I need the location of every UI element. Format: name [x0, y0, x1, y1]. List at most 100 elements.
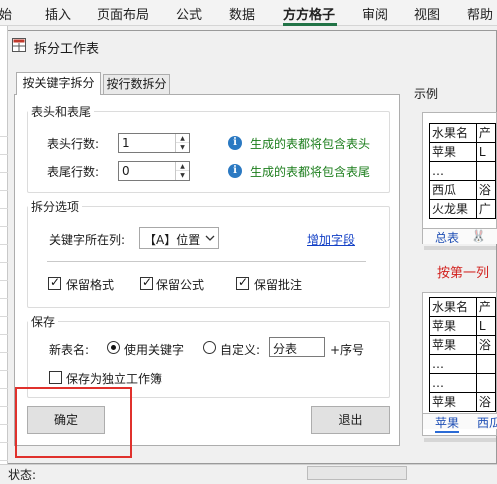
split-sheet-icon [12, 38, 26, 52]
custom-name-value: 分表 [273, 342, 298, 356]
ribbon-tab-formulas[interactable]: 公式 [176, 4, 202, 23]
ribbon-tab-home[interactable]: 始 [0, 4, 12, 23]
table-cell: 苹果 [429, 316, 477, 336]
tab-split-by-rows[interactable]: 按行数拆分 [103, 74, 170, 94]
gridline [0, 316, 8, 317]
ribbon-tab-page-layout[interactable]: 页面布局 [97, 4, 149, 23]
spin-down-icon[interactable]: ▼ [176, 171, 189, 180]
example-tab-watermelon: 西瓜 [477, 416, 497, 430]
example-split-caption: 按第一列 [437, 266, 490, 281]
ribbon-tab-review[interactable]: 审阅 [362, 4, 388, 23]
gridline [0, 244, 8, 245]
table-cell: … [429, 373, 477, 393]
header-tip: 生成的表都将包含表头 [250, 137, 371, 151]
table-cell: 浴 [475, 392, 497, 412]
table-cell [475, 354, 497, 374]
spin-up-icon[interactable]: ▲ [176, 162, 189, 171]
checkmark-icon: ✓ [50, 275, 61, 289]
keep-comment-checkbox[interactable]: ✓ [236, 275, 249, 290]
table-row: … [429, 161, 497, 181]
checkmark-icon: ✓ [238, 275, 249, 289]
table-cell: … [429, 354, 477, 374]
ribbon-tab-help[interactable]: 帮助 [467, 4, 493, 23]
gridline [0, 406, 8, 407]
key-column-value: 【A】位置 [144, 233, 201, 247]
table-cell: 浴 [475, 335, 497, 355]
key-column-label: 关键字所在列: [49, 233, 126, 247]
ribbon-tab-bar: 始 插入 页面布局 公式 数据 方方格子 审阅 视图 帮助 [0, 0, 497, 26]
example-label: 示例 [414, 87, 439, 101]
footer-rows-value: 0 [122, 164, 130, 178]
header-rows-label: 表头行数: [47, 137, 100, 151]
keep-formula-checkbox[interactable]: ✓ [140, 275, 153, 290]
add-field-link[interactable]: 增加字段 [307, 231, 355, 248]
gridline [0, 136, 8, 137]
tab-split-by-keyword[interactable]: 按关键字拆分 [16, 72, 101, 95]
keep-comment-label: 保留批注 [254, 278, 303, 292]
custom-name-input[interactable]: 分表 [269, 337, 325, 357]
gridline [0, 352, 8, 353]
table-cell [475, 373, 497, 393]
keep-formula-label: 保留公式 [156, 278, 205, 292]
gridline [0, 442, 8, 443]
gridline [0, 154, 8, 155]
split-options-legend: 拆分选项 [31, 200, 80, 214]
table-cell: 苹果 [429, 392, 477, 412]
split-options-divider [47, 261, 366, 262]
table-cell: 火龙果 [429, 199, 477, 219]
info-icon: i [228, 164, 242, 178]
example-scrollbar [424, 438, 496, 442]
example-source-sheet: 水果名产 苹果 L … 西瓜浴 火龙果广 总表 🐰 [422, 112, 497, 248]
custom-name-radio[interactable] [203, 341, 216, 354]
footer-rows-label: 表尾行数: [47, 165, 100, 179]
custom-name-label: 自定义: [220, 343, 261, 357]
exit-button[interactable]: 退出 [311, 406, 390, 434]
spin-down-icon[interactable]: ▼ [176, 143, 189, 152]
footer-tip: 生成的表都将包含表尾 [250, 165, 371, 179]
save-legend: 保存 [31, 315, 56, 329]
example-scrollbar [424, 246, 496, 250]
save-as-workbook-checkbox[interactable] [49, 371, 62, 384]
progress-bar [307, 466, 407, 480]
example-tab-icon: 🐰 [471, 229, 486, 243]
example-source-table: 水果名产 苹果 L … 西瓜浴 火龙果广 [429, 123, 497, 219]
gridline [0, 190, 8, 191]
ribbon-tab-fangfang[interactable]: 方方格子 [283, 4, 335, 23]
table-cell: L [475, 142, 497, 162]
info-icon: i [228, 136, 242, 150]
use-keyword-radio[interactable] [107, 341, 120, 354]
chevron-down-icon [205, 235, 215, 241]
use-keyword-label: 使用关键字 [124, 343, 185, 357]
footer-rows-stepper[interactable]: 0 ▲ ▼ [118, 161, 190, 181]
table-row: 苹果 L [429, 316, 497, 336]
table-cell: … [429, 161, 477, 181]
active-tab-underline [283, 23, 337, 26]
example-result-tabs: 苹果 西瓜 [423, 413, 497, 433]
sequence-suffix-label: +序号 [330, 343, 365, 357]
table-cell: 产 [475, 123, 497, 143]
example-result-sheet: 水果名产 苹果 L 苹果浴 … … 苹果浴 苹果 西瓜 [422, 292, 497, 436]
table-cell: 浴 [475, 180, 497, 200]
table-cell: 苹果 [429, 142, 477, 162]
ribbon-tab-insert[interactable]: 插入 [45, 4, 71, 23]
table-cell: L [475, 316, 497, 336]
gridline [0, 280, 8, 281]
example-result-table: 水果名产 苹果 L 苹果浴 … … 苹果浴 [429, 297, 497, 412]
key-column-select[interactable]: 【A】位置 [139, 227, 219, 249]
save-as-workbook-label: 保存为独立工作簿 [66, 372, 163, 386]
table-cell: 苹果 [429, 335, 477, 355]
table-row: 西瓜浴 [429, 180, 497, 200]
keep-format-checkbox[interactable]: ✓ [48, 275, 61, 290]
checkmark-icon: ✓ [142, 275, 153, 289]
status-bar [0, 464, 497, 484]
table-cell: 水果名 [429, 123, 477, 143]
ribbon-tab-data[interactable]: 数据 [229, 4, 255, 23]
table-row: 苹果 L [429, 142, 497, 162]
table-row: … [429, 354, 497, 374]
table-cell: 广 [475, 199, 497, 219]
header-rows-value: 1 [122, 136, 130, 150]
gridline [0, 388, 8, 389]
spin-up-icon[interactable]: ▲ [176, 134, 189, 143]
ribbon-tab-view[interactable]: 视图 [414, 4, 440, 23]
header-rows-stepper[interactable]: 1 ▲ ▼ [118, 133, 190, 153]
